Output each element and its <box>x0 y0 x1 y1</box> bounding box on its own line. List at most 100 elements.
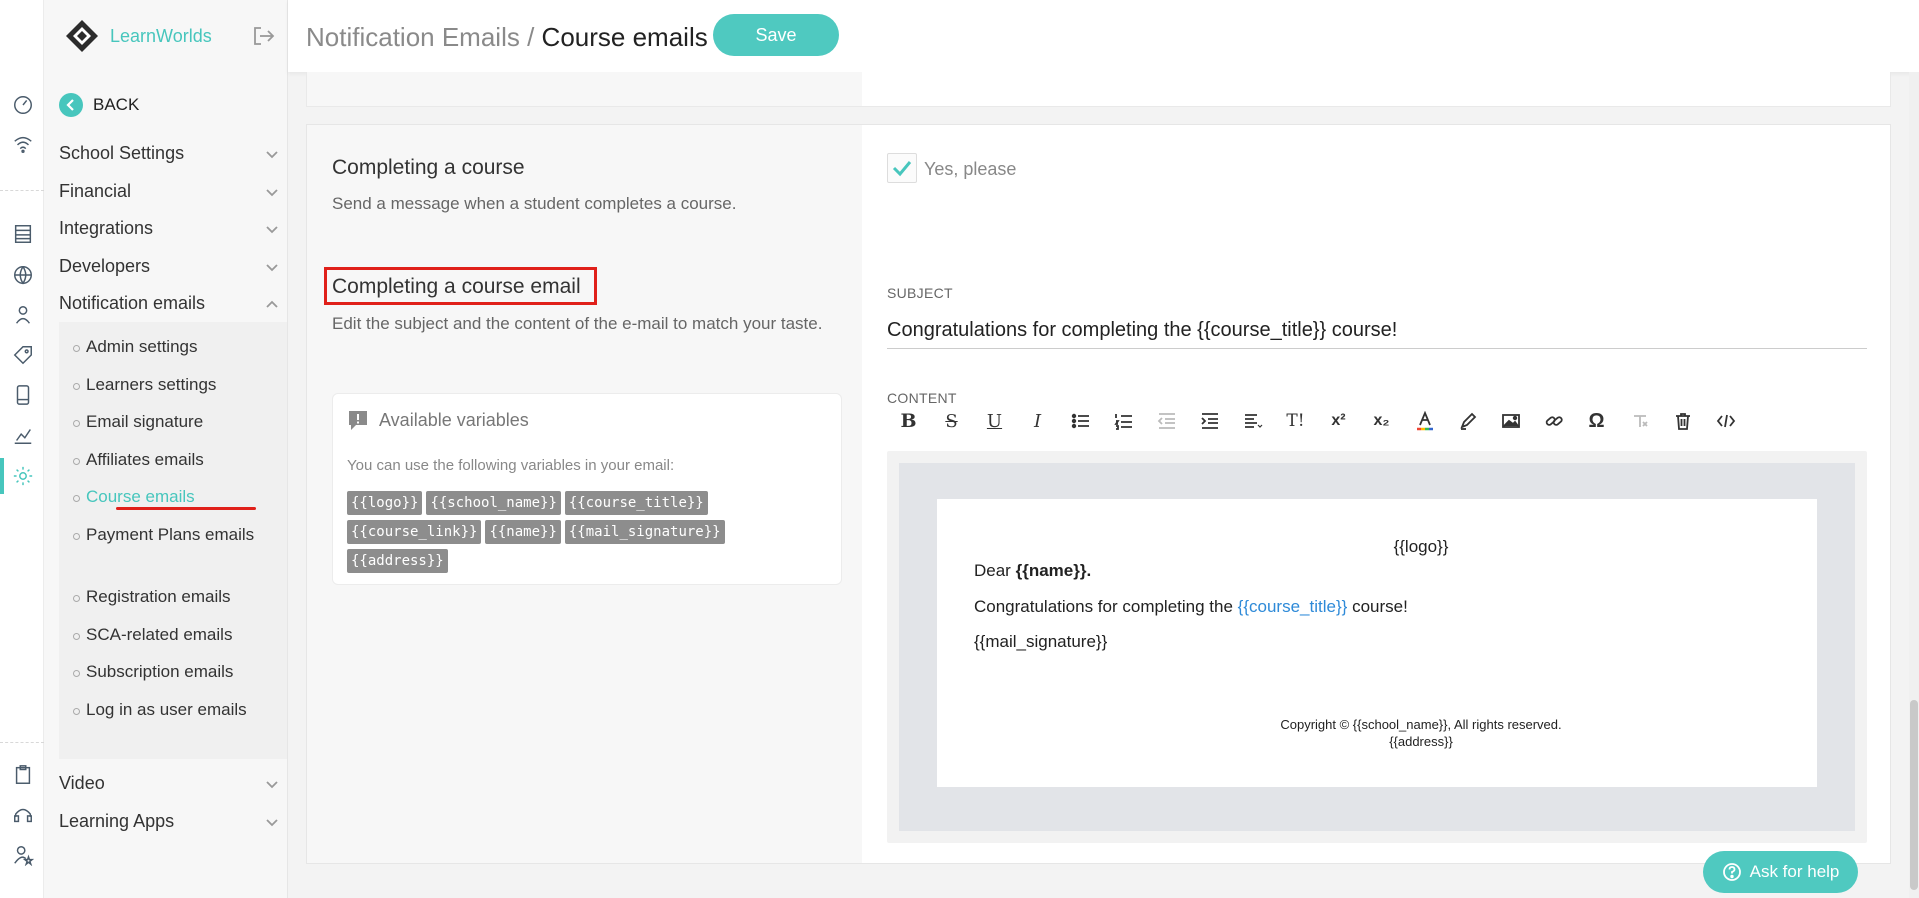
variable-tag[interactable]: {{course_title}} <box>564 491 708 515</box>
mobile-icon[interactable] <box>12 384 34 406</box>
settings-sidebar: LearnWorlds BACK School Settings Financi… <box>44 0 288 898</box>
sub-learners-settings[interactable]: Learners settings <box>73 373 276 397</box>
nav-video[interactable]: Video <box>59 773 279 794</box>
nav-integrations[interactable]: Integrations <box>59 218 279 239</box>
globe-icon[interactable] <box>12 264 34 286</box>
back-arrow-icon <box>59 93 83 117</box>
indent-icon[interactable] <box>1188 407 1231 435</box>
nav-learning-apps[interactable]: Learning Apps <box>59 811 279 832</box>
chevron-down-icon <box>266 263 278 271</box>
link-icon[interactable] <box>1532 407 1575 435</box>
email-preview-background: {{logo}} Dear {{name}}. Congratulations … <box>899 463 1855 831</box>
sub-course-emails[interactable]: Course emails <box>73 485 276 509</box>
variable-tag[interactable]: {{mail_signature}} <box>564 520 725 544</box>
greeting-prefix: Dear <box>974 561 1011 580</box>
editor-toolbar: B S U I T! x² x₂ Ω <box>887 407 1747 435</box>
italic-icon[interactable]: I <box>1016 407 1059 435</box>
sub-admin-settings[interactable]: Admin settings <box>73 335 276 359</box>
analytics-chart-icon[interactable] <box>12 424 34 446</box>
variable-tag[interactable]: {{logo}} <box>347 491 423 515</box>
chevron-down-icon <box>266 225 278 233</box>
code-view-icon[interactable] <box>1704 407 1747 435</box>
variable-tag[interactable]: {{name}} <box>485 520 561 544</box>
save-button[interactable]: Save <box>713 14 839 56</box>
sub-subscription-emails[interactable]: Subscription emails <box>73 660 276 684</box>
font-size-icon[interactable]: T! <box>1274 407 1317 435</box>
icon-rail <box>0 0 44 898</box>
nav-label: Integrations <box>59 218 154 238</box>
underline-icon[interactable]: U <box>973 407 1016 435</box>
strikethrough-icon[interactable]: S <box>930 407 973 435</box>
tag-icon[interactable] <box>12 344 34 366</box>
enable-email-label: Yes, please <box>924 159 1017 179</box>
pages-icon[interactable] <box>12 223 34 245</box>
sub-email-signature[interactable]: Email signature <box>73 410 276 434</box>
variables-note: You can use the following variables in y… <box>347 457 675 474</box>
clipboard-icon[interactable] <box>12 764 34 786</box>
nav-label: Notification emails <box>59 293 206 313</box>
text-color-icon[interactable] <box>1403 407 1446 435</box>
sub-affiliates-emails[interactable]: Affiliates emails <box>73 448 276 472</box>
nav-notification-emails[interactable]: Notification emails <box>59 293 279 314</box>
nav-school-settings[interactable]: School Settings <box>59 143 279 164</box>
rail-active-indicator <box>0 458 4 494</box>
breadcrumb: Notification Emails / Course emails <box>306 22 708 53</box>
back-label: BACK <box>93 95 140 114</box>
special-char-icon[interactable]: Ω <box>1575 407 1618 435</box>
sub-sca-related-emails[interactable]: SCA-related emails <box>73 623 276 647</box>
ask-for-help-button[interactable]: Ask for help <box>1703 851 1858 893</box>
align-icon[interactable] <box>1231 407 1274 435</box>
page-header: Notification Emails / Course emails Save <box>288 0 1919 72</box>
page-scrollbar-thumb[interactable] <box>1910 700 1918 890</box>
course-title-link[interactable]: {{course_title}} <box>1238 597 1348 616</box>
chevron-down-icon <box>266 150 278 158</box>
headset-support-icon[interactable] <box>12 804 34 826</box>
enable-email-checkbox[interactable] <box>887 153 917 183</box>
nav-label: Learning Apps <box>59 811 175 831</box>
variable-tag[interactable]: {{address}} <box>347 549 448 573</box>
email-greeting: Dear {{name}}. <box>974 561 1091 581</box>
outdent-icon[interactable] <box>1145 407 1188 435</box>
back-button[interactable]: BACK <box>59 93 139 117</box>
completing-course-section: Completing a course Send a message when … <box>306 124 1891 864</box>
nav-financial[interactable]: Financial <box>59 181 279 202</box>
greeting-name: {{name}}. <box>1015 561 1092 580</box>
clear-format-icon[interactable] <box>1618 407 1661 435</box>
dashboard-gauge-icon[interactable] <box>12 94 34 116</box>
user-star-icon[interactable] <box>12 844 34 866</box>
chevron-down-icon <box>266 780 278 788</box>
sub-log-in-as-user-emails[interactable]: Log in as user emails <box>73 698 276 722</box>
image-icon[interactable] <box>1489 407 1532 435</box>
subscript-icon[interactable]: x₂ <box>1360 407 1403 435</box>
brand-name: LearnWorlds <box>110 25 212 46</box>
email-footer-address: {{address}} <box>1389 734 1453 749</box>
email-body[interactable]: {{logo}} Dear {{name}}. Congratulations … <box>937 499 1817 787</box>
subject-input[interactable] <box>887 313 1867 349</box>
logout-icon[interactable] <box>251 24 277 48</box>
subject-label: SUBJECT <box>887 285 953 301</box>
nav-developers[interactable]: Developers <box>59 256 279 277</box>
numbered-list-icon[interactable] <box>1102 407 1145 435</box>
wifi-icon[interactable] <box>12 133 34 155</box>
superscript-icon[interactable]: x² <box>1317 407 1360 435</box>
highlight-pen-icon[interactable] <box>1446 407 1489 435</box>
brand-logo[interactable]: LearnWorlds <box>64 18 212 54</box>
breadcrumb-parent[interactable]: Notification Emails / <box>306 22 534 52</box>
sub-payment-plans-emails[interactable]: Payment Plans emails <box>73 523 276 547</box>
email-logo-placeholder: {{logo}} <box>1393 537 1449 556</box>
variable-tag[interactable]: {{school_name}} <box>426 491 561 515</box>
bullet-list-icon[interactable] <box>1059 407 1102 435</box>
body-prefix: Congratulations for completing the <box>974 597 1233 616</box>
content-editor[interactable]: {{logo}} Dear {{name}}. Congratulations … <box>887 451 1867 843</box>
sub-registration-emails[interactable]: Registration emails <box>73 585 276 609</box>
section-title: Completing a course <box>332 156 525 179</box>
nav-label: School Settings <box>59 143 185 163</box>
users-icon[interactable] <box>12 304 34 326</box>
trash-icon[interactable] <box>1661 407 1704 435</box>
page-title: Course emails <box>541 22 708 52</box>
variables-header: Available variables <box>347 409 529 431</box>
settings-gear-icon[interactable] <box>12 465 34 487</box>
chevron-up-icon <box>266 300 278 308</box>
bold-icon[interactable]: B <box>887 407 930 435</box>
variable-tag[interactable]: {{course_link}} <box>347 520 482 544</box>
